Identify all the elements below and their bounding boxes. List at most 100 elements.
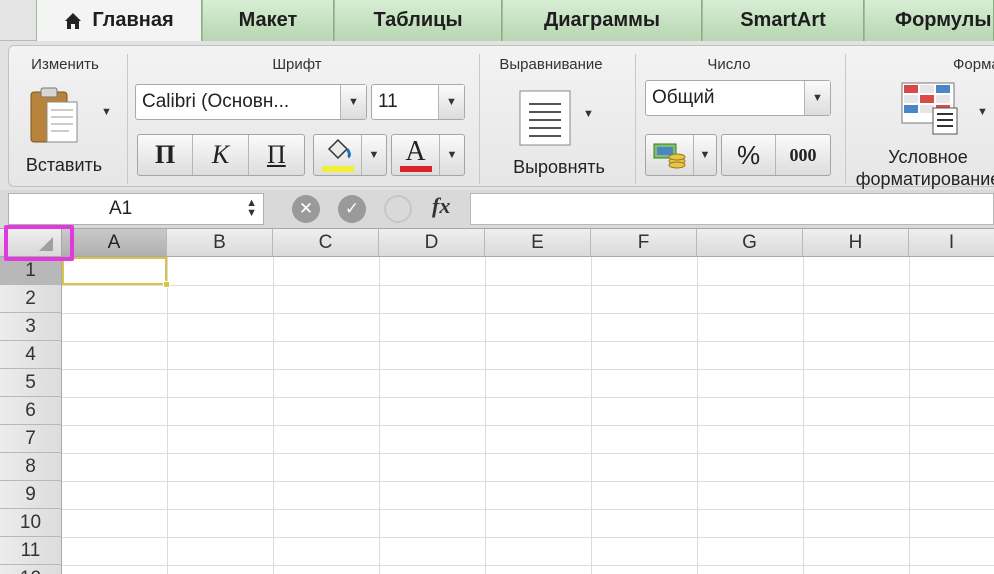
grid-line [62,397,994,398]
tab-formulas[interactable]: Формулы [864,0,994,41]
grid-line [697,257,698,574]
row-header-1[interactable]: 1 [0,257,62,285]
tab-layout[interactable]: Макет [202,0,334,41]
formula-builder-icon[interactable] [384,195,412,223]
row-header-2[interactable]: 2 [0,285,62,313]
align-dropdown-icon[interactable]: ▼ [583,108,594,120]
percent-label: % [736,139,761,170]
group-label-align: Выравнивание [499,56,603,73]
row-header-7[interactable]: 7 [0,425,62,453]
chevron-down-icon[interactable]: ▼ [438,85,464,119]
group-label-edit: Изменить [31,56,99,73]
column-header-c[interactable]: C [273,229,379,257]
row-label: 9 [25,483,36,505]
paste-label: Вставить [25,155,103,175]
row-header-11[interactable]: 11 [0,537,62,565]
column-header-g[interactable]: G [697,229,803,257]
conditional-formatting-button[interactable]: ▼ Условное форматирование [851,80,994,189]
grid-line [273,257,274,574]
column-header-f[interactable]: F [591,229,697,257]
underline-button[interactable]: П [249,135,304,175]
currency-main[interactable] [646,135,694,175]
column-label: G [742,231,757,253]
font-color-dropdown-icon[interactable]: ▼ [440,149,464,161]
column-label: A [107,231,121,253]
align-button[interactable]: ▼ Выровнять [499,82,619,182]
row-header-4[interactable]: 4 [0,341,62,369]
underline-label: П [266,140,286,169]
cancel-icon[interactable]: ✕ [292,195,320,223]
row-label: 2 [25,287,36,309]
font-color-button[interactable]: А ▼ [391,134,465,176]
row-header-3[interactable]: 3 [0,313,62,341]
column-header-e[interactable]: E [485,229,591,257]
column-label: H [848,231,863,253]
italic-button[interactable]: К [193,135,249,175]
percent-button[interactable]: % [722,135,777,175]
name-box[interactable]: A1 ▲ ▼ [8,193,264,225]
formula-input[interactable] [470,193,994,225]
confirm-glyph: ✓ [344,199,360,218]
number-format-select[interactable]: Общий ▼ [645,80,831,116]
row-header-9[interactable]: 9 [0,481,62,509]
conditional-formatting-dropdown-icon[interactable]: ▼ [977,106,988,118]
cancel-glyph: ✕ [298,199,314,218]
grid-line [62,565,994,566]
column-label: C [318,231,333,253]
fill-color-dropdown-icon[interactable]: ▼ [362,149,386,161]
tab-tables[interactable]: Таблицы [334,0,502,41]
chevron-down-icon[interactable]: ▼ [340,85,366,119]
tab-home[interactable]: Главная [36,0,202,42]
currency-format-button[interactable]: ▼ [645,134,717,176]
font-color-swatch [400,166,432,172]
row-header-12[interactable]: 12 [0,565,62,574]
tab-charts[interactable]: Диаграммы [502,0,702,41]
clipboard-icon [30,87,78,143]
column-header-b[interactable]: B [167,229,273,257]
grid-line [485,257,486,574]
home-icon [65,12,82,29]
row-header-5[interactable]: 5 [0,369,62,397]
row-label: 11 [20,539,41,561]
ribbon-tab-bar: Главная Макет Таблицы Диаграммы SmartArt… [0,0,994,42]
column-header-h[interactable]: H [803,229,909,257]
paste-button[interactable]: ▼ Вставить [19,82,112,182]
group-label-font: Шрифт [272,56,322,73]
font-name-select[interactable]: Calibri (Основн... ▼ [135,84,367,120]
active-cell-a1[interactable] [62,257,170,288]
column-label: E [531,231,544,253]
ribbon: Изменить Шрифт Выравнивание Число Формат… [0,41,994,190]
fill-color-main[interactable] [314,135,362,175]
row-label: 5 [25,371,36,393]
tab-charts-label: Диаграммы [543,9,660,31]
row-header-6[interactable]: 6 [0,397,62,425]
thousands-separator-button[interactable]: 000 [776,135,830,175]
row-header-8[interactable]: 8 [0,453,62,481]
tab-home-label: Главная [92,9,174,31]
fx-icon[interactable]: fx [432,193,450,219]
currency-dropdown-icon[interactable]: ▼ [694,149,716,161]
paste-dropdown-icon[interactable]: ▼ [101,106,112,118]
bold-button[interactable]: П [138,135,194,175]
row-label: 6 [25,399,36,421]
name-box-stepper-icon[interactable]: ▲ ▼ [246,198,257,219]
row-label: 7 [25,427,36,449]
row-label: 1 [25,259,36,281]
column-header-d[interactable]: D [379,229,485,257]
chevron-down-icon[interactable]: ▼ [804,81,830,115]
text-style-buttons: П К П [137,134,305,176]
font-size-select[interactable]: 11 ▼ [371,84,465,120]
column-header-a[interactable]: A [62,229,167,257]
spreadsheet-grid: A B C D E F G H I 1 2 3 4 5 6 7 8 9 10 1… [0,225,994,574]
group-separator [635,54,636,184]
font-color-main[interactable]: А [392,135,440,175]
fill-color-button[interactable]: ▼ [313,134,387,176]
row-header-10[interactable]: 10 [0,509,62,537]
fill-handle[interactable] [163,281,170,288]
italic-label: К [211,140,230,169]
tab-smartart[interactable]: SmartArt [702,0,864,41]
name-box-value: A1 [109,198,133,219]
coins-icon [653,143,685,169]
column-header-i[interactable]: I [909,229,994,257]
confirm-icon[interactable]: ✓ [338,195,366,223]
